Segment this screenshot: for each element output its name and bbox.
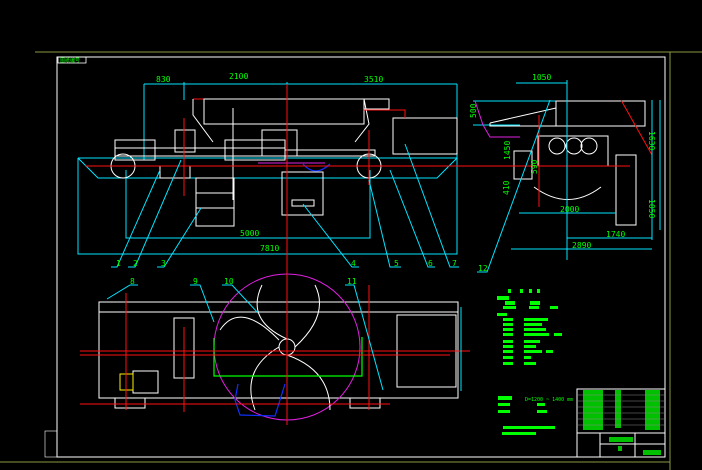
- dim-7810: 7810: [260, 244, 279, 253]
- dim-590: 590: [530, 159, 539, 174]
- part-label-4: 4: [351, 259, 356, 268]
- part-label-7: 7: [452, 259, 457, 268]
- part-label-12: 12: [478, 264, 488, 273]
- part-label-11: 11: [347, 277, 357, 286]
- dim-2000: 2000: [560, 205, 579, 214]
- dim-1050-vertical: 1050: [647, 199, 656, 218]
- side-view: 1050 500 2000 1740 2890 1450 590 410 163…: [468, 73, 661, 273]
- dim-2100: 2100: [229, 72, 248, 81]
- dim-410: 410: [502, 180, 511, 195]
- plan-view: 8 9 10 11: [44, 270, 470, 458]
- cad-drawing: 图纸编号 830 2100 3510 5000 7810 1 2 3 4 5 6…: [0, 51, 702, 470]
- dim-3510: 3510: [364, 75, 383, 84]
- part-label-10: 10: [224, 277, 234, 286]
- part-label-1: 1: [116, 259, 121, 268]
- dim-830: 830: [156, 75, 171, 84]
- part-label-6: 6: [428, 259, 433, 268]
- front-view: 830 2100 3510 5000 7810 1 2 3 4 5 6 7: [77, 72, 470, 280]
- dim-5000: 5000: [240, 229, 259, 238]
- part-label-9: 9: [193, 277, 198, 286]
- note-diameter: D=1200 ~ 1400 mm: [525, 397, 573, 403]
- part-label-8: 8: [130, 277, 135, 286]
- dim-1050: 1050: [532, 73, 551, 82]
- part-label-2: 2: [133, 259, 138, 268]
- dim-1740: 1740: [606, 230, 625, 239]
- dim-1450: 1450: [503, 141, 512, 160]
- notes-area: D=1200 ~ 1400 mm: [497, 289, 666, 458]
- drawing-tag-text: 图纸编号: [60, 57, 80, 64]
- part-label-5: 5: [394, 259, 399, 268]
- dim-2890: 2890: [572, 241, 591, 250]
- dim-1630: 1630: [647, 131, 656, 150]
- part-label-3: 3: [161, 259, 166, 268]
- title-block: [576, 388, 666, 458]
